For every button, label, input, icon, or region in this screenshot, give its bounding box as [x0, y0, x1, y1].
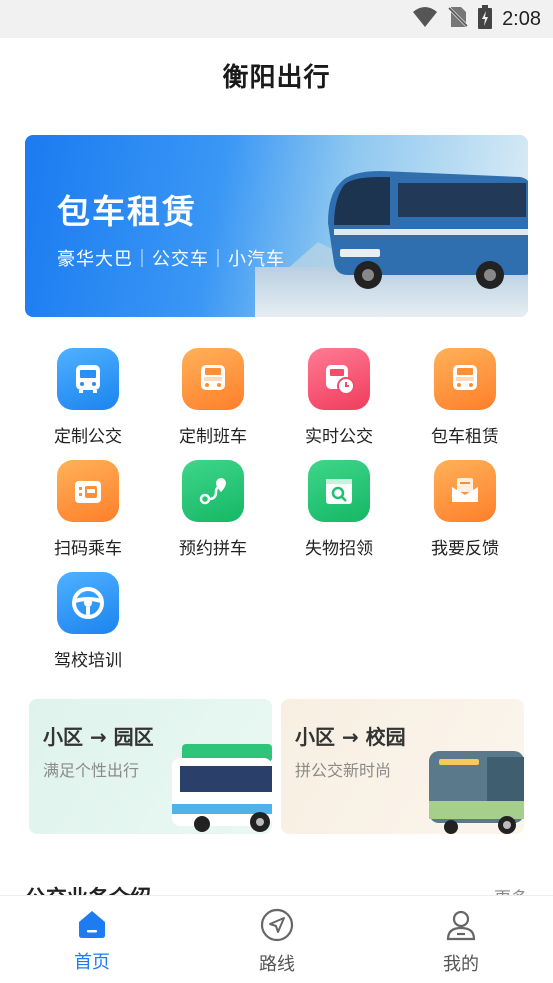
home-icon: [79, 911, 105, 938]
service-scan-ride[interactable]: 扫码乘车: [28, 460, 148, 559]
service-carpool[interactable]: 预约拼车: [153, 460, 273, 559]
tab-label: 首页: [74, 952, 110, 973]
feedback-mail-icon: [434, 460, 496, 522]
service-realtime-bus[interactable]: 实时公交: [279, 348, 399, 447]
service-label: 预约拼车: [179, 539, 247, 559]
service-lost-found[interactable]: 失物招领: [279, 460, 399, 559]
service-charter-rental[interactable]: 包车租赁: [405, 348, 525, 447]
tab-home[interactable]: 首页: [42, 908, 142, 974]
service-label: 我要反馈: [431, 539, 499, 559]
bus-icon: [57, 348, 119, 410]
teal-bus-illustration: [429, 751, 524, 834]
bus-clock-icon: [308, 348, 370, 410]
status-bar: 2:08: [0, 0, 553, 38]
battery-charging-icon: [478, 5, 493, 33]
promo-card-title: 小区 → 校园: [295, 725, 406, 749]
service-shuttle-bus[interactable]: 定制班车: [153, 348, 273, 447]
service-label: 失物招领: [305, 539, 373, 559]
service-label: 定制公交: [54, 427, 122, 447]
promo-card-community-park[interactable]: 小区 → 园区 满足个性出行: [29, 699, 272, 834]
tab-label: 路线: [259, 954, 295, 975]
tab-routes[interactable]: 路线: [227, 908, 327, 976]
status-time: 2:08: [502, 7, 541, 30]
no-sim-icon: [448, 5, 469, 33]
service-label: 实时公交: [305, 427, 373, 447]
promo-card-subtitle: 拼公交新时尚: [295, 761, 392, 780]
scan-ticket-icon: [57, 460, 119, 522]
wifi-icon: [412, 6, 438, 32]
service-label: 定制班车: [179, 427, 247, 447]
service-label: 扫码乘车: [54, 539, 122, 559]
green-bus-illustration: [172, 744, 272, 832]
promo-card-subtitle: 满足个性出行: [43, 761, 140, 780]
bottom-tab-bar: 首页 路线 我的: [0, 895, 553, 983]
service-label: 包车租赁: [431, 427, 499, 447]
service-feedback[interactable]: 我要反馈: [405, 460, 525, 559]
rental-bus-icon: [434, 348, 496, 410]
user-icon: [446, 910, 476, 941]
coach-bus-illustration: [328, 171, 528, 289]
compass-icon: [260, 908, 294, 942]
page-title: 衡阳出行: [222, 63, 331, 93]
tab-label: 我的: [443, 954, 479, 975]
charter-rental-banner[interactable]: 包车租赁 豪华大巴｜公交车｜小汽车: [25, 135, 528, 317]
school-bus-icon: [182, 348, 244, 410]
status-icons: 2:08: [412, 5, 541, 33]
service-custom-bus[interactable]: 定制公交: [28, 348, 148, 447]
route-pin-icon: [182, 460, 244, 522]
steering-wheel-icon: [57, 572, 119, 634]
service-label: 驾校培训: [54, 651, 122, 671]
promo-card-title: 小区 → 园区: [43, 725, 154, 749]
lost-found-icon: [308, 460, 370, 522]
banner-title: 包车租赁: [57, 192, 197, 231]
service-driving-school[interactable]: 驾校培训: [28, 572, 148, 671]
promo-card-community-campus[interactable]: 小区 → 校园 拼公交新时尚: [281, 699, 524, 834]
tab-mine[interactable]: 我的: [411, 908, 511, 976]
banner-subtitle: 豪华大巴｜公交车｜小汽车: [57, 249, 285, 270]
